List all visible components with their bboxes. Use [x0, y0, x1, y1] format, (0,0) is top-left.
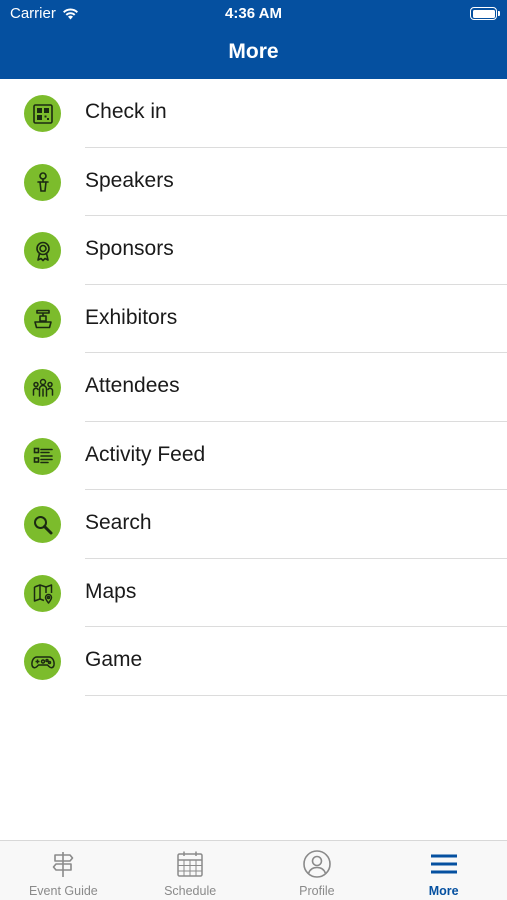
tab-label: Event Guide: [28, 884, 98, 898]
menu-item-label: Attendees: [85, 374, 180, 397]
menu-item-exhibitors[interactable]: Exhibitors: [0, 285, 507, 353]
menu-item-attendees[interactable]: Attendees: [0, 353, 507, 422]
signpost-icon: [48, 849, 78, 879]
hamburger-menu-icon: [429, 849, 459, 879]
tab-bar: Event Guide Schedule Profile More: [0, 840, 507, 900]
menu-item-sponsors[interactable]: Sponsors: [0, 216, 507, 285]
magnifier-icon: [24, 506, 61, 543]
qr-code-icon: [24, 95, 61, 132]
menu-item-label: Speakers: [85, 168, 174, 192]
tab-event-guide[interactable]: Event Guide: [0, 841, 127, 900]
menu-item-search[interactable]: Search: [0, 490, 507, 559]
tab-more[interactable]: More: [380, 841, 507, 900]
tab-label: Schedule: [164, 884, 217, 898]
menu-item-label: Exhibitors: [85, 305, 178, 329]
exhibit-booth-icon: [24, 300, 61, 338]
menu-item-game[interactable]: Game: [0, 627, 507, 696]
menu-item-label: Sponsors: [85, 237, 174, 260]
award-ribbon-icon: [24, 232, 61, 269]
menu-item-label: Check in: [85, 100, 167, 123]
menu-item-check-in[interactable]: Check in: [0, 79, 507, 148]
tab-label: Profile: [299, 884, 335, 898]
divider: [85, 694, 507, 696]
people-group-icon: [24, 369, 61, 406]
nav-header: Carrier 4:36 AM More: [0, 0, 507, 79]
user-circle-icon: [302, 849, 332, 879]
gamepad-icon: [24, 643, 61, 680]
menu-item-label: Maps: [85, 579, 137, 603]
menu-item-activity-feed[interactable]: Activity Feed: [0, 422, 507, 490]
feed-list-icon: [24, 437, 61, 475]
speaker-podium-icon: [24, 163, 61, 201]
menu-item-label: Activity Feed: [85, 442, 206, 466]
page-title: More: [228, 40, 279, 63]
menu-item-label: Search: [85, 511, 152, 534]
calendar-icon: [175, 849, 205, 879]
tab-profile[interactable]: Profile: [254, 841, 381, 900]
more-menu-list: Check in Speakers Sponsors Exhibitors At…: [0, 79, 507, 696]
menu-item-maps[interactable]: Maps: [0, 559, 507, 627]
tab-schedule[interactable]: Schedule: [127, 841, 254, 900]
menu-item-label: Game: [85, 648, 143, 671]
battery-icon: [470, 7, 500, 20]
map-pin-icon: [24, 574, 61, 612]
menu-item-speakers[interactable]: Speakers: [0, 148, 507, 216]
status-bar: Carrier 4:36 AM: [0, 0, 507, 28]
tab-label: More: [428, 884, 459, 898]
status-time: 4:36 AM: [225, 5, 282, 22]
